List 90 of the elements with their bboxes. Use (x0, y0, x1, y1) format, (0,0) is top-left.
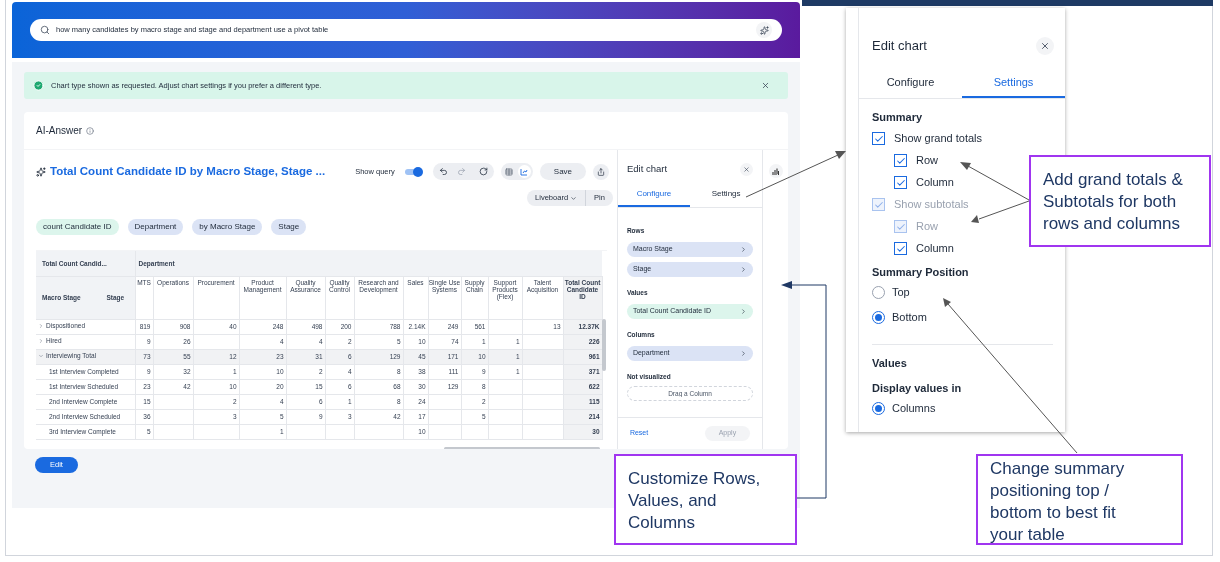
panel-tab[interactable]: Settings (690, 188, 763, 208)
check-icon (873, 133, 884, 144)
show-query-toggle[interactable] (404, 168, 421, 175)
section-heading: Summary (872, 110, 924, 125)
table-cell (428, 409, 461, 424)
caret-icon (570, 194, 578, 202)
close-icon[interactable] (761, 81, 770, 90)
table-cell (153, 424, 193, 439)
radio-label: Top (892, 285, 910, 301)
checkbox-label: Column (916, 241, 954, 257)
table-cell (193, 424, 239, 439)
callout-box: Add grand totals & Subtotals for both rows and columns (1029, 155, 1211, 247)
table-cell (488, 394, 522, 409)
chart-type-button[interactable] (768, 164, 783, 178)
close-icon (743, 165, 751, 173)
table-cell (428, 424, 461, 439)
filter-chip[interactable]: by Macro Stage (192, 219, 263, 235)
table-cell (428, 394, 461, 409)
share-icon (597, 167, 606, 176)
close-button[interactable] (1036, 36, 1054, 55)
table-cell (522, 379, 563, 394)
save-button[interactable]: Save (539, 163, 587, 180)
vertical-scrollbar[interactable] (602, 319, 606, 371)
panel-title: Edit chart (626, 162, 668, 176)
table-icon (505, 167, 514, 176)
checkbox[interactable] (894, 176, 907, 189)
table-cell (522, 409, 563, 424)
info-icon (86, 126, 95, 135)
panel-title: Edit chart (872, 37, 927, 55)
filter-chip[interactable]: Department (127, 219, 184, 235)
checkbox-label: Row (916, 219, 938, 235)
undo-icon[interactable] (438, 167, 448, 176)
panel-tab[interactable]: Configure (617, 188, 691, 208)
table-cell (488, 379, 522, 394)
table-cell (522, 424, 563, 439)
bar-chart-icon (772, 167, 780, 175)
checkbox[interactable] (872, 132, 885, 145)
sparkle-icon (759, 25, 769, 35)
checkbox-label: Show subtotals (894, 197, 969, 213)
close-button[interactable] (740, 162, 754, 176)
line-chart-icon (520, 167, 529, 176)
chevron-icon (740, 349, 748, 357)
section-heading: Summary Position (872, 264, 970, 280)
panel-tab[interactable]: Configure (859, 73, 962, 98)
expand-icon (38, 338, 44, 345)
table-cell (153, 409, 193, 424)
checkbox-label: Show grand totals (894, 131, 983, 147)
chart-title[interactable]: Total Count Candidate ID by Macro Stage, Stage ... (50, 162, 326, 181)
table-cell (286, 424, 325, 439)
table-cell (325, 424, 354, 439)
filter-chip[interactable]: count Candidate ID (36, 219, 119, 235)
callout-box: Customize Rows, Values, and Columns (614, 454, 797, 545)
table-cell (522, 364, 563, 379)
table-cell (522, 394, 563, 409)
close-icon (1040, 40, 1050, 51)
sparkle-icon (36, 166, 46, 177)
section-heading: Values (872, 356, 908, 371)
check-icon (873, 199, 884, 210)
check-circle-icon (33, 80, 44, 91)
radio-label: Columns (892, 401, 936, 417)
check-icon (895, 243, 906, 254)
table-cell (461, 424, 488, 439)
table-cell (488, 424, 522, 439)
expand-icon (38, 323, 44, 330)
checkbox-label: Row (916, 153, 938, 169)
chevron-icon (740, 307, 748, 315)
card-title: AI-Answer (36, 124, 83, 138)
radio-label: Bottom (892, 310, 927, 326)
check-icon (895, 177, 906, 188)
collapse-icon (38, 353, 44, 360)
view-button[interactable] (502, 165, 516, 178)
table-cell (153, 394, 193, 409)
chevron-icon (740, 266, 748, 273)
field-label: Display values in (872, 380, 963, 396)
chevron-icon (740, 246, 748, 253)
check-icon (895, 155, 906, 166)
callout-box: Change summary positioning top / bottom to best fit your table (976, 454, 1183, 545)
share-button[interactable] (593, 163, 610, 180)
check-icon (895, 221, 906, 232)
view-button[interactable] (517, 165, 531, 178)
filter-chip[interactable]: Stage (271, 219, 307, 235)
panel-tab[interactable]: Settings (962, 73, 1065, 98)
checkbox[interactable] (894, 154, 907, 167)
reset-icon[interactable] (478, 167, 488, 176)
checkbox-label: Column (916, 175, 954, 191)
table-cell (488, 409, 522, 424)
search-icon (40, 25, 50, 35)
table-cell (354, 424, 403, 439)
table-cell (488, 319, 522, 334)
ai-search-button[interactable] (756, 22, 772, 38)
